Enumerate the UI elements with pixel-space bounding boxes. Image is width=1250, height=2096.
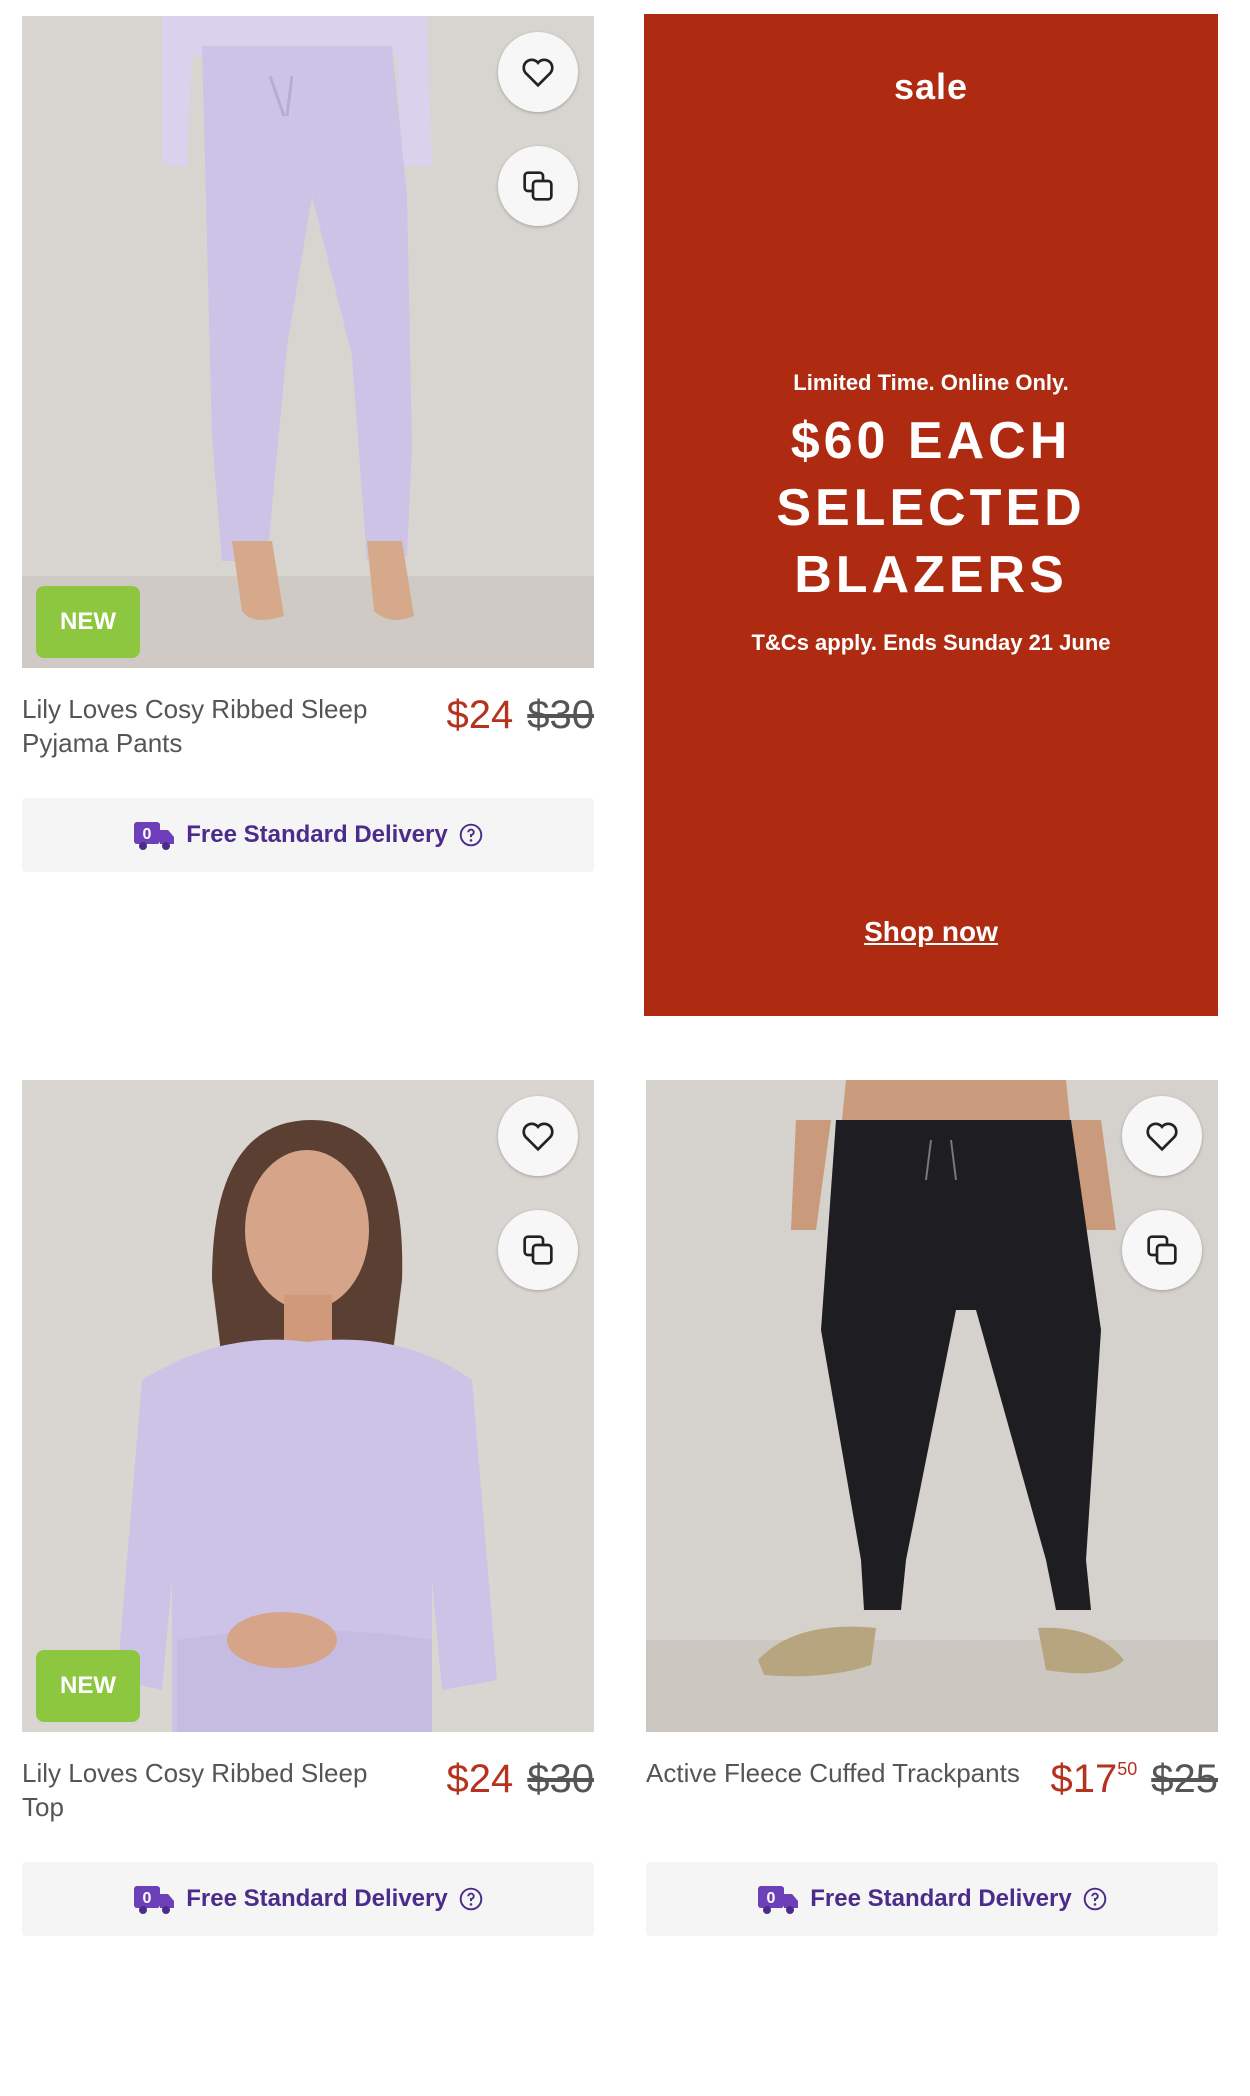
wishlist-button[interactable] — [498, 32, 578, 112]
promo-headline-line: $60 EACH — [790, 412, 1072, 470]
promo-sale-tag: sale — [893, 66, 969, 107]
promo-terms: T&Cs apply. Ends Sunday 21 June — [751, 630, 1111, 655]
delivery-label: Free Standard Delivery — [186, 821, 448, 848]
trackpants-photo — [646, 1080, 1218, 1732]
product-name[interactable]: Active Fleece Cuffed Trackpants — [646, 1756, 1026, 1790]
svg-text:0: 0 — [143, 1890, 152, 1907]
sale-price: $24 — [446, 1757, 514, 1801]
new-badge: NEW — [36, 586, 140, 658]
product-card[interactable]: Active Fleece Cuffed Trackpants $1750 $2… — [646, 1080, 1218, 1936]
sale-price: $24 — [446, 693, 514, 737]
delivery-banner[interactable]: 0 Free Standard Delivery — [646, 1862, 1218, 1936]
quick-view-button[interactable] — [1122, 1210, 1202, 1290]
sleep-top-photo — [22, 1080, 594, 1732]
copy-icon — [523, 1235, 553, 1265]
delivery-banner[interactable]: 0 Free Standard Delivery — [22, 798, 594, 872]
promo-headline-line: BLAZERS — [794, 546, 1068, 604]
price-group: $1750 $25 — [1050, 1756, 1218, 1802]
product-name[interactable]: Lily Loves Cosy Ribbed Sleep Top — [22, 1756, 402, 1824]
product-image[interactable]: NEW — [22, 1080, 594, 1732]
quick-view-button[interactable] — [498, 1210, 578, 1290]
product-card[interactable]: NEW Lily Loves Cosy Ribbed Sleep Pyjama … — [22, 16, 594, 872]
wishlist-button[interactable] — [498, 1096, 578, 1176]
price-group: $24 $30 — [447, 692, 595, 738]
question-circle-icon[interactable] — [458, 822, 484, 848]
promo-headline: $60 EACH SELECTED BLAZERS — [644, 408, 1218, 609]
new-badge: NEW — [36, 1650, 140, 1722]
svg-text:0: 0 — [767, 1890, 776, 1907]
price-group: $24 $30 — [447, 1756, 595, 1802]
truck-icon: 0 — [758, 1886, 799, 1914]
delivery-banner[interactable]: 0 Free Standard Delivery — [22, 1862, 594, 1936]
wishlist-button[interactable] — [1122, 1096, 1202, 1176]
promo-banner[interactable]: sale Limited Time. Online Only. $60 EACH… — [644, 14, 1218, 1016]
copy-icon — [523, 171, 553, 201]
heart-icon — [1146, 1122, 1178, 1152]
quick-view-button[interactable] — [498, 146, 578, 226]
truck-icon: 0 — [134, 822, 175, 850]
question-circle-icon[interactable] — [1082, 1886, 1108, 1912]
was-price: $25 — [1151, 1757, 1218, 1801]
pyjama-pants-photo — [22, 16, 594, 668]
truck-icon: 0 — [134, 1886, 175, 1914]
svg-text:0: 0 — [143, 826, 152, 843]
heart-icon — [522, 1122, 554, 1152]
shop-now-link[interactable]: Shop now — [644, 916, 1218, 948]
promo-subline: Limited Time. Online Only. — [793, 370, 1069, 395]
product-card[interactable]: NEW Lily Loves Cosy Ribbed Sleep Top $24… — [22, 1080, 594, 1936]
delivery-label: Free Standard Delivery — [186, 1885, 448, 1912]
was-price: $30 — [527, 693, 594, 737]
delivery-label: Free Standard Delivery — [810, 1885, 1072, 1912]
sale-price-main: $17 — [1050, 1757, 1118, 1801]
was-price: $30 — [527, 1757, 594, 1801]
product-image[interactable]: NEW — [22, 16, 594, 668]
promo-headline-line: SELECTED — [776, 479, 1086, 537]
sale-price-cents: 50 — [1117, 1759, 1138, 1779]
product-name[interactable]: Lily Loves Cosy Ribbed Sleep Pyjama Pant… — [22, 692, 402, 760]
product-image[interactable] — [646, 1080, 1218, 1732]
sale-price: $1750 — [1050, 1756, 1137, 1802]
heart-icon — [522, 58, 554, 88]
copy-icon — [1147, 1235, 1177, 1265]
question-circle-icon[interactable] — [458, 1886, 484, 1912]
